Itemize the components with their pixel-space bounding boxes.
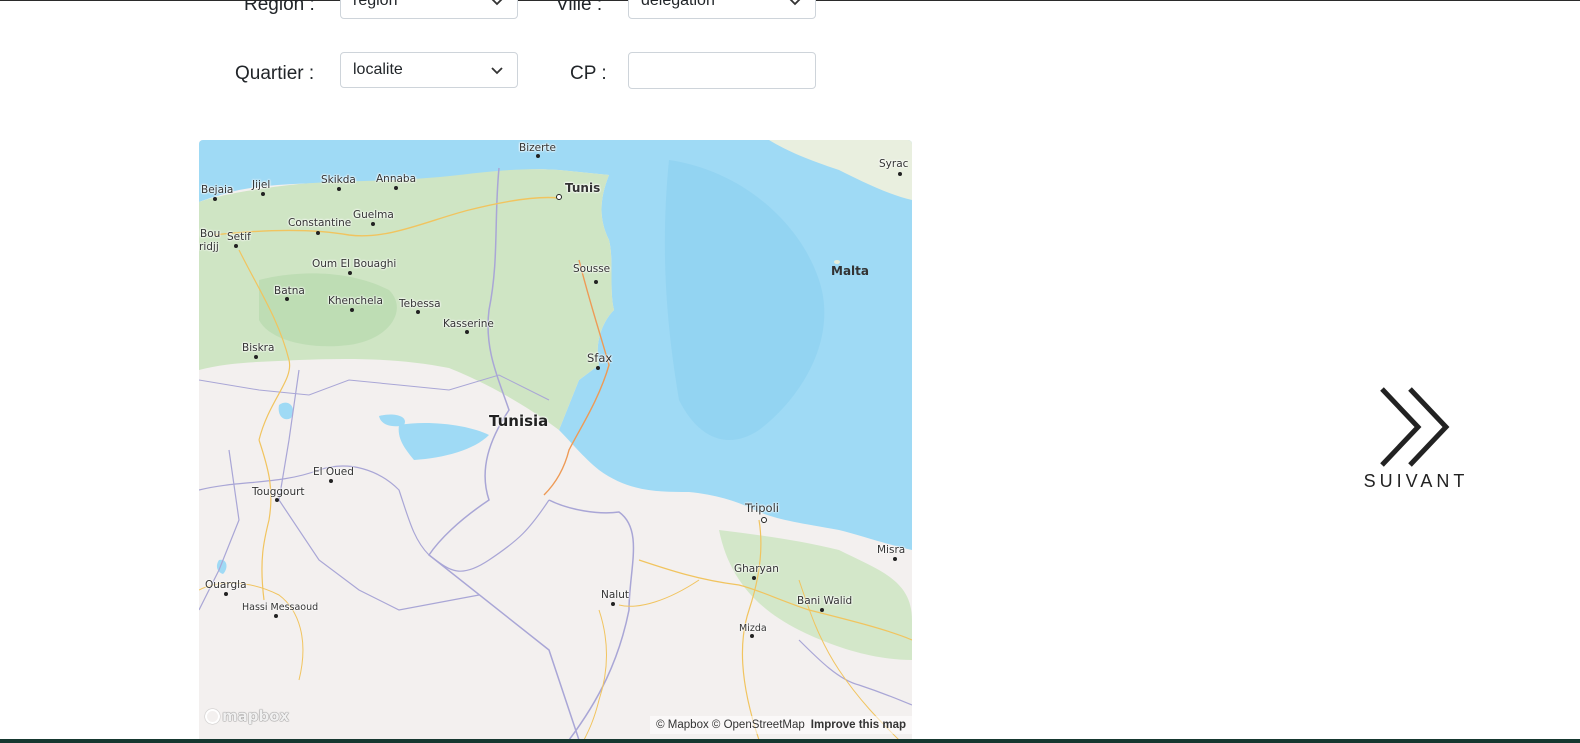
map-base: [199, 140, 912, 740]
map-attribution: © Mapbox © OpenStreetMap Improve this ma…: [650, 716, 912, 734]
city-label-bizerte: Bizerte: [519, 142, 556, 154]
region-label: Region :: [244, 0, 315, 15]
region-select-value: region: [353, 0, 398, 9]
city-dot: [275, 498, 279, 502]
city-label-sfax: Sfax: [587, 351, 613, 365]
city-dot: [416, 310, 420, 314]
city-label-khenchela: Khenchela: [328, 295, 383, 307]
city-label-oum-el-bouaghi: Oum El Bouaghi: [312, 258, 397, 270]
city-label-tripoli: Tripoli: [745, 501, 779, 515]
cp-label: CP :: [570, 63, 607, 84]
city-label-bou: Bou: [200, 228, 221, 240]
quartier-label: Quartier :: [235, 63, 315, 84]
bottom-border: [0, 739, 1580, 743]
city-label-ridjj: ridjj: [199, 241, 219, 253]
next-button[interactable]: SUIVANT: [1360, 385, 1480, 495]
city-dot: [536, 154, 540, 158]
city-label-misra: Misra: [877, 544, 906, 556]
city-label-annaba: Annaba: [376, 173, 417, 185]
city-dot: [285, 297, 289, 301]
island-label-malta: Malta: [831, 264, 869, 278]
city-dot: [898, 172, 902, 176]
ville-label: Ville :: [556, 0, 603, 15]
city-label-el-oued: El Oued: [313, 466, 354, 478]
attribution-text[interactable]: © Mapbox © OpenStreetMap: [656, 719, 805, 731]
city-label-touggourt: Touggourt: [252, 486, 305, 498]
capital-dot: [761, 517, 767, 523]
city-label-sousse: Sousse: [573, 263, 611, 275]
chevron-down-icon: [491, 67, 503, 75]
city-dot: [394, 186, 398, 190]
chevron-down-icon: [491, 0, 503, 6]
city-label-tunis: Tunis: [565, 181, 601, 195]
city-label-skikda: Skikda: [321, 174, 356, 186]
quartier-select-value: localite: [353, 61, 403, 78]
city-dot: [350, 308, 354, 312]
city-dot: [337, 187, 341, 191]
city-label-batna: Batna: [274, 285, 305, 297]
capital-dot: [556, 194, 562, 200]
city-dot: [224, 592, 228, 596]
city-label-guelma: Guelma: [353, 209, 394, 221]
city-dot: [750, 634, 754, 638]
next-button-label: SUIVANT: [1363, 471, 1469, 491]
city-dot: [371, 222, 375, 226]
improve-map-link[interactable]: Improve this map: [811, 719, 906, 731]
city-label-tebessa: Tebessa: [399, 298, 441, 310]
double-chevron-right-icon: [1380, 387, 1450, 467]
city-dot: [594, 280, 598, 284]
mapbox-logo-text: mapbox: [222, 707, 290, 725]
city-dot: [213, 197, 217, 201]
city-label-syrac: Syrac: [879, 158, 909, 170]
chevron-down-icon: [789, 0, 801, 6]
city-dot: [893, 557, 897, 561]
ville-select[interactable]: delegation: [628, 0, 816, 19]
city-dot: [261, 192, 265, 196]
quartier-select[interactable]: localite: [340, 52, 518, 88]
city-label-jijel: Jijel: [252, 179, 271, 191]
city-dot: [254, 355, 258, 359]
map[interactable]: Bizerte Tunis Bejaia Jijel Skikda Annaba…: [199, 140, 912, 740]
city-label-ouargla: Ouargla: [205, 579, 247, 591]
city-dot: [234, 244, 238, 248]
city-dot: [752, 576, 756, 580]
city-label-bejaia: Bejaia: [201, 184, 234, 196]
city-label-hassi-messaoud: Hassi Messaoud: [242, 602, 319, 613]
country-label-tunisia: Tunisia: [489, 412, 549, 430]
city-label-setif: Setif: [227, 231, 251, 243]
city-label-gharyan: Gharyan: [734, 563, 779, 575]
city-dot: [316, 231, 320, 235]
city-dot: [329, 479, 333, 483]
city-label-bani-walid: Bani Walid: [797, 595, 853, 607]
city-label-mizda: Mizda: [739, 623, 767, 634]
ville-select-value: delegation: [641, 0, 715, 9]
city-label-kasserine: Kasserine: [443, 318, 494, 330]
mapbox-logo-icon: [205, 708, 220, 724]
city-label-biskra: Biskra: [242, 342, 275, 354]
city-dot: [596, 366, 600, 370]
city-dot: [348, 271, 352, 275]
city-label-constantine: Constantine: [288, 217, 352, 229]
city-dot: [274, 614, 278, 618]
region-select[interactable]: region: [340, 0, 518, 19]
city-label-nalut: Nalut: [601, 589, 629, 601]
city-dot: [611, 602, 615, 606]
mapbox-logo[interactable]: mapbox: [205, 707, 289, 725]
city-dot: [820, 608, 824, 612]
cp-input[interactable]: [628, 52, 816, 89]
city-dot: [465, 330, 469, 334]
